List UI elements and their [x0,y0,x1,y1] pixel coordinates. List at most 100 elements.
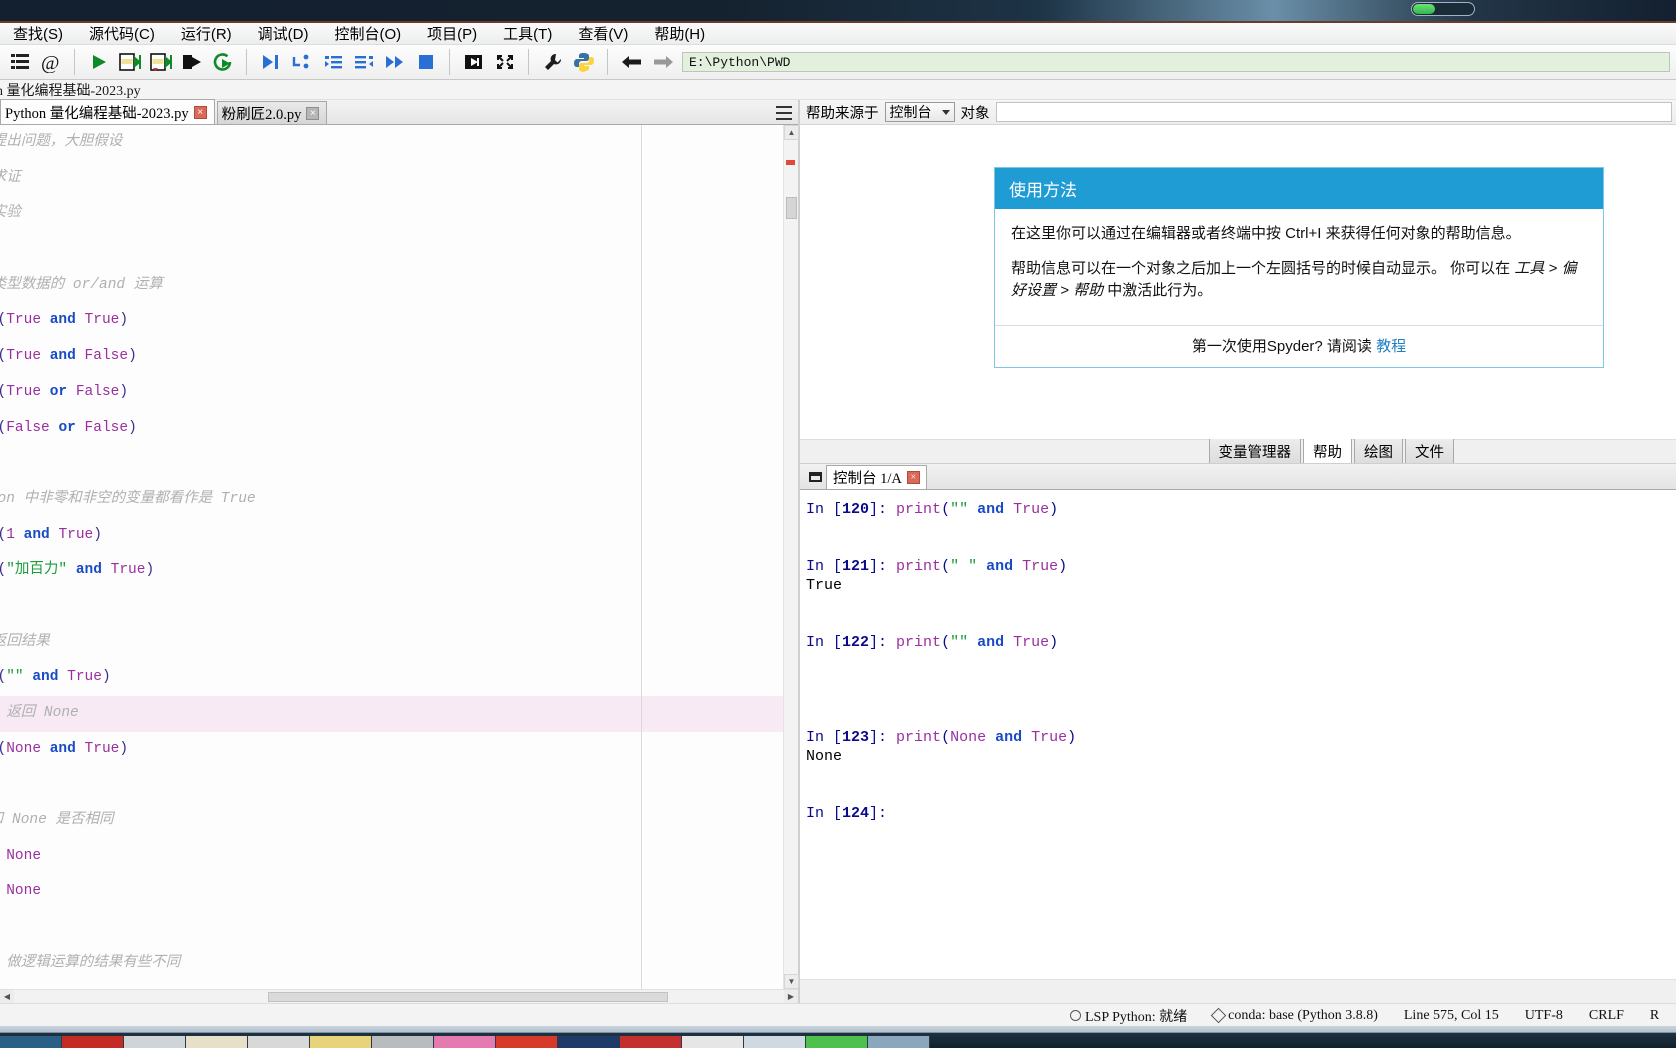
scroll-right-icon[interactable]: ▶ [784,990,798,1003]
editor-tab-1-close-icon[interactable]: × [306,106,320,120]
editor-vscroll-thumb[interactable] [786,197,797,219]
working-directory-input[interactable]: E:\Python\PWD [682,52,1670,72]
forward-arrow-icon[interactable] [647,47,678,77]
status-extra: R [1650,1008,1659,1024]
run-selection-icon[interactable] [176,47,207,77]
fullscreen-icon[interactable] [489,47,520,77]
spyder-window: 查找(S) 源代码(C) 运行(R) 调试(D) 控制台(O) 项目(P) 工具… [0,21,1676,1027]
taskbar-icon-9[interactable] [496,1036,558,1048]
help-card-body: 在这里你可以通过在编辑器或者终端中按 Ctrl+I 来获得任何对象的帮助信息。 … [995,209,1603,325]
console-tab-0-close-icon[interactable]: × [906,471,920,484]
editor-horizontal-scrollbar[interactable]: ◀ ▶ [0,989,798,1003]
editor-tab-1-label: 粉刷匠2.0.py [221,106,302,123]
console-entry-121: In [121]: print(" " and True) [806,558,1068,575]
run-cell-advance-icon[interactable] [145,47,176,77]
taskbar-icon-6[interactable] [310,1036,372,1048]
debug-file-icon[interactable] [255,47,286,77]
back-arrow-icon[interactable] [616,47,647,77]
editor-tab-1[interactable]: 粉刷匠2.0.py × [216,101,328,124]
taskbar-icon-15[interactable] [868,1036,930,1048]
taskbar-icon-strip [0,1036,1676,1048]
menu-run[interactable]: 运行(R) [168,21,245,46]
editor-filepath-text: n 量化编程基础-2023.py [0,83,141,99]
console-tab-0[interactable]: 控制台 1/A × [826,465,927,489]
scroll-up-icon[interactable]: ▲ [784,125,799,140]
svg-text:@: @ [41,52,59,73]
run-cell-icon[interactable] [114,47,145,77]
pythonpath-icon[interactable] [568,47,599,77]
scroll-left-icon[interactable]: ◀ [0,990,14,1003]
help-toolbar: 帮助来源于 控制台 对象 [800,100,1676,125]
editor-tab-0-close-icon[interactable]: × [193,105,207,119]
step-over-icon[interactable] [286,47,317,77]
status-lsp[interactable]: LSP Python: 就绪 [1070,1006,1187,1026]
tutorial-link[interactable]: 教程 [1376,338,1406,355]
taskbar-icon-12[interactable] [682,1036,744,1048]
tab-files[interactable]: 文件 [1405,438,1454,465]
rerun-icon[interactable] [207,47,238,77]
taskbar-icon-1[interactable] [0,1036,62,1048]
status-lsp-text: LSP Python: 就绪 [1085,1009,1188,1025]
scroll-down-icon[interactable]: ▼ [784,974,799,989]
menu-find[interactable]: 查找(S) [0,21,76,46]
console-bottom-tabs: IPython控制台 历史 [800,979,1676,1003]
taskbar-icon-11[interactable] [620,1036,682,1048]
edge-column-line [641,125,642,989]
step-return-icon[interactable] [348,47,379,77]
help-source-value: 控制台 [889,106,932,121]
menu-source[interactable]: 源代码(C) [76,21,168,46]
console-entry-124: In [124]: [806,805,897,822]
help-card-footer-text: 第一次使用Spyder? 请阅读 [1191,337,1372,355]
taskbar-icon-2[interactable] [62,1036,124,1048]
status-eol: CRLF [1589,1008,1624,1024]
right-pane: 帮助来源于 控制台 对象 使用方法 在这里你可以通过在编辑器或者终端中按 Ctr… [800,100,1676,1003]
taskbar-icon-5[interactable] [248,1036,310,1048]
stop-debug-icon[interactable] [410,47,441,77]
taskbar-icon-10[interactable] [558,1036,620,1048]
taskbar-icon-14[interactable] [806,1036,868,1048]
editor-hscroll-thumb[interactable] [268,992,668,1002]
menu-project[interactable]: 项目(P) [414,21,490,46]
menu-view[interactable]: 查看(V) [565,21,641,46]
right-pane-tabs: 变量管理器 帮助 绘图 文件 [800,438,1676,465]
list-icon[interactable] [4,47,35,77]
maximize-pane-icon[interactable] [458,47,489,77]
at-icon[interactable]: @ [35,47,66,77]
taskbar-icon-4[interactable] [186,1036,248,1048]
preferences-icon[interactable] [537,47,568,77]
options-menu-icon[interactable] [776,106,792,120]
taskbar-icon-13[interactable] [744,1036,806,1048]
status-encoding: UTF-8 [1525,1008,1563,1024]
help-object-label: 对象 [960,105,990,122]
editor-tabbar: Python 量化编程基础-2023.py × 粉刷匠2.0.py × [0,99,798,125]
tab-plots[interactable]: 绘图 [1354,438,1403,465]
run-file-icon[interactable] [83,47,114,77]
code-editor[interactable]: #大胆提出问题，大胆假设 #小心求证 #多做实验 #布尔类型数据的 or/and… [0,125,783,989]
status-conda[interactable]: conda: base (Python 3.8.8) [1210,1008,1378,1024]
menu-console[interactable]: 控制台(O) [321,21,414,46]
menu-debug[interactable]: 调试(D) [245,21,322,46]
editor-vertical-scrollbar[interactable]: ▲ ▼ [783,125,799,989]
tab-variable-explorer[interactable]: 变量管理器 [1208,438,1301,465]
step-into-icon[interactable] [317,47,348,77]
console-pane-icon[interactable] [804,465,826,489]
help-source-select[interactable]: 控制台 [884,102,955,122]
editor-tab-0[interactable]: Python 量化编程基础-2023.py × [0,99,215,124]
battery-indicator-icon [1411,2,1475,16]
menu-tools[interactable]: 工具(T) [490,21,565,46]
continue-icon[interactable] [379,47,410,77]
console-entry-120: In [120]: print("" and True) [806,501,1059,518]
taskbar-icon-8[interactable] [434,1036,496,1048]
help-object-input[interactable] [995,102,1672,122]
help-card-footer: 第一次使用Spyder? 请阅读 教程 [995,324,1603,367]
menu-help[interactable]: 帮助(H) [641,21,718,46]
ipython-console-output[interactable]: In [120]: print("" and True) In [121]: p… [800,490,1676,979]
status-cursor: Line 575, Col 15 [1404,1008,1499,1024]
taskbar-icon-7[interactable] [372,1036,434,1048]
status-eol-text: CRLF [1588,1007,1624,1023]
tab-help[interactable]: 帮助 [1303,438,1352,465]
status-encoding-text: UTF-8 [1524,1007,1563,1023]
taskbar-icon-3[interactable] [124,1036,186,1048]
console-entry-123: In [123]: print(None and True) [806,729,1077,746]
console-pane: 控制台 1/A × In [120]: print("" and True) I… [800,463,1676,1003]
